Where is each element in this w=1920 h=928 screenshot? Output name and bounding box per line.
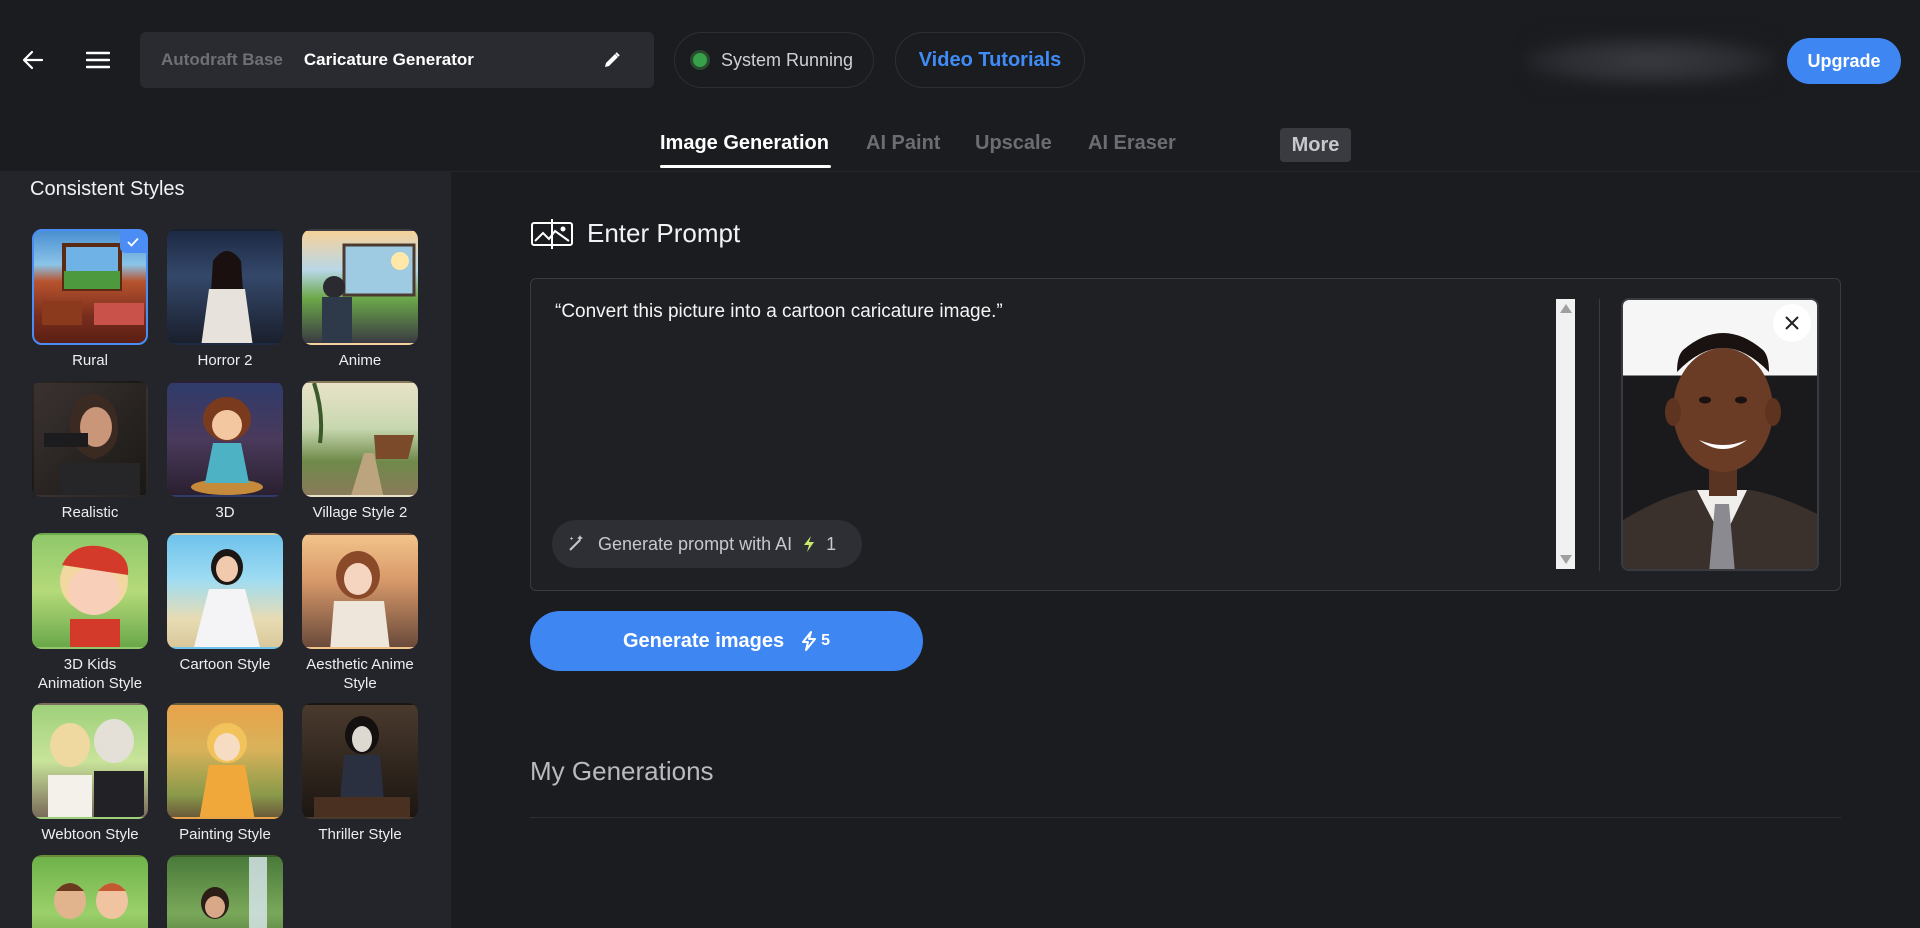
style-label: Village Style 2 bbox=[312, 504, 408, 521]
styles-sidebar: Consistent Styles Rural Horror 2 Anime R… bbox=[0, 172, 451, 928]
style-card-horror-2[interactable]: Horror 2 bbox=[167, 229, 283, 370]
pencil-icon bbox=[605, 52, 620, 67]
status-dot-icon bbox=[693, 53, 707, 67]
my-generations-divider bbox=[530, 817, 1841, 818]
more-button[interactable]: More bbox=[1280, 128, 1351, 162]
style-thumbnail bbox=[32, 855, 148, 928]
style-card-rural[interactable]: Rural bbox=[32, 229, 148, 370]
style-thumbnail bbox=[167, 533, 283, 649]
prompt-heading-text: Enter Prompt bbox=[587, 218, 741, 248]
style-label: Painting Style bbox=[179, 826, 271, 843]
scroll-down-icon[interactable] bbox=[1560, 555, 1572, 564]
style-label: Horror 2 bbox=[197, 352, 253, 369]
style-label: Thriller Style bbox=[318, 826, 402, 843]
tab-ai-eraser[interactable]: AI Eraser bbox=[1088, 132, 1176, 155]
style-label: Aesthetic Anime Style bbox=[306, 656, 414, 692]
arrow-left-icon bbox=[22, 50, 44, 70]
scroll-up-icon[interactable] bbox=[1560, 304, 1572, 313]
upgrade-button[interactable]: Upgrade bbox=[1787, 38, 1901, 84]
style-card-3d[interactable]: 3D bbox=[167, 381, 283, 522]
project-title-box: Autodraft Base Caricature Generator bbox=[140, 32, 654, 88]
image-prompt-icon bbox=[531, 218, 573, 249]
style-card-webtoon[interactable]: Webtoon Style bbox=[32, 703, 148, 844]
style-thumbnail bbox=[167, 855, 283, 928]
style-thumbnail bbox=[302, 229, 418, 345]
style-thumbnail bbox=[32, 703, 148, 819]
prompt-divider bbox=[1599, 299, 1600, 571]
style-label: Rural bbox=[72, 352, 108, 369]
status-text: System Running bbox=[721, 49, 854, 70]
back-button[interactable] bbox=[13, 40, 53, 80]
close-icon bbox=[1785, 316, 1799, 330]
style-label: 3D bbox=[215, 504, 235, 521]
magic-wand-icon bbox=[569, 535, 583, 551]
style-card-village-style-2[interactable]: Village Style 2 bbox=[302, 381, 418, 522]
style-thumbnail bbox=[167, 703, 283, 819]
style-card-anime[interactable]: Anime bbox=[302, 229, 418, 370]
video-tutorials-button[interactable]: Video Tutorials bbox=[895, 32, 1085, 88]
my-generations-heading: My Generations bbox=[530, 756, 714, 786]
lightning-icon bbox=[804, 536, 815, 552]
lightning-icon bbox=[802, 631, 817, 651]
style-thumbnail bbox=[32, 229, 148, 345]
style-card-cartoon-style[interactable]: Cartoon Style bbox=[167, 533, 283, 674]
tab-image-generation[interactable]: Image Generation bbox=[660, 132, 829, 155]
style-thumbnail bbox=[167, 229, 283, 345]
style-thumbnail bbox=[32, 381, 148, 497]
sidebar-title: Consistent Styles bbox=[30, 178, 185, 200]
active-tab-underline bbox=[660, 165, 831, 168]
prompt-scrollbar[interactable] bbox=[1556, 299, 1575, 569]
prompt-textarea[interactable]: “Convert this picture into a cartoon car… bbox=[555, 301, 1003, 323]
generate-prompt-ai-credits: 1 bbox=[802, 534, 836, 555]
style-thumbnail bbox=[167, 381, 283, 497]
generate-prompt-ai-button[interactable]: Generate prompt with AI 1 bbox=[552, 520, 862, 568]
tab-upscale[interactable]: Upscale bbox=[975, 132, 1052, 155]
style-label: 3D Kids Animation Style bbox=[37, 656, 143, 692]
system-status-badge: System Running bbox=[674, 32, 874, 88]
style-label: Realistic bbox=[61, 504, 119, 521]
breadcrumb-base[interactable]: Autodraft Base bbox=[161, 50, 283, 70]
menu-button[interactable] bbox=[78, 40, 118, 80]
credits-count: 5 bbox=[821, 632, 831, 649]
page-title: Caricature Generator bbox=[303, 50, 474, 69]
style-card-aesthetic-anime[interactable]: Aesthetic Anime Style bbox=[302, 533, 418, 693]
style-card-thriller[interactable]: Thriller Style bbox=[302, 703, 418, 844]
style-thumbnail bbox=[302, 381, 418, 497]
selected-check-icon bbox=[120, 231, 146, 253]
remove-image-button[interactable] bbox=[1773, 304, 1811, 342]
style-thumbnail bbox=[302, 533, 418, 649]
style-label: Anime bbox=[338, 352, 382, 369]
style-thumbnail bbox=[302, 703, 418, 819]
generate-images-label: Generate images bbox=[622, 629, 785, 652]
prompt-heading: Enter Prompt bbox=[531, 218, 740, 249]
style-label: Webtoon Style bbox=[41, 826, 139, 843]
style-card-realistic[interactable]: Realistic bbox=[32, 381, 148, 522]
hamburger-icon bbox=[86, 51, 110, 69]
generate-images-credits: 5 bbox=[800, 631, 830, 651]
style-label: Cartoon Style bbox=[179, 656, 271, 673]
credits-count: 1 bbox=[826, 533, 837, 554]
style-card-3d-kids-animation[interactable]: 3D Kids Animation Style bbox=[32, 533, 148, 693]
style-thumbnail bbox=[32, 533, 148, 649]
prompt-box: “Convert this picture into a cartoon car… bbox=[530, 278, 1841, 591]
style-card-partial-2[interactable] bbox=[167, 855, 283, 928]
tab-ai-paint[interactable]: AI Paint bbox=[866, 132, 940, 155]
generate-images-button[interactable]: Generate images 5 bbox=[530, 611, 923, 671]
style-card-painting[interactable]: Painting Style bbox=[167, 703, 283, 844]
style-card-partial-1[interactable] bbox=[32, 855, 148, 928]
blurred-account-area bbox=[1525, 36, 1775, 86]
edit-title-button[interactable] bbox=[600, 48, 624, 72]
generate-prompt-ai-label: Generate prompt with AI bbox=[598, 533, 793, 554]
